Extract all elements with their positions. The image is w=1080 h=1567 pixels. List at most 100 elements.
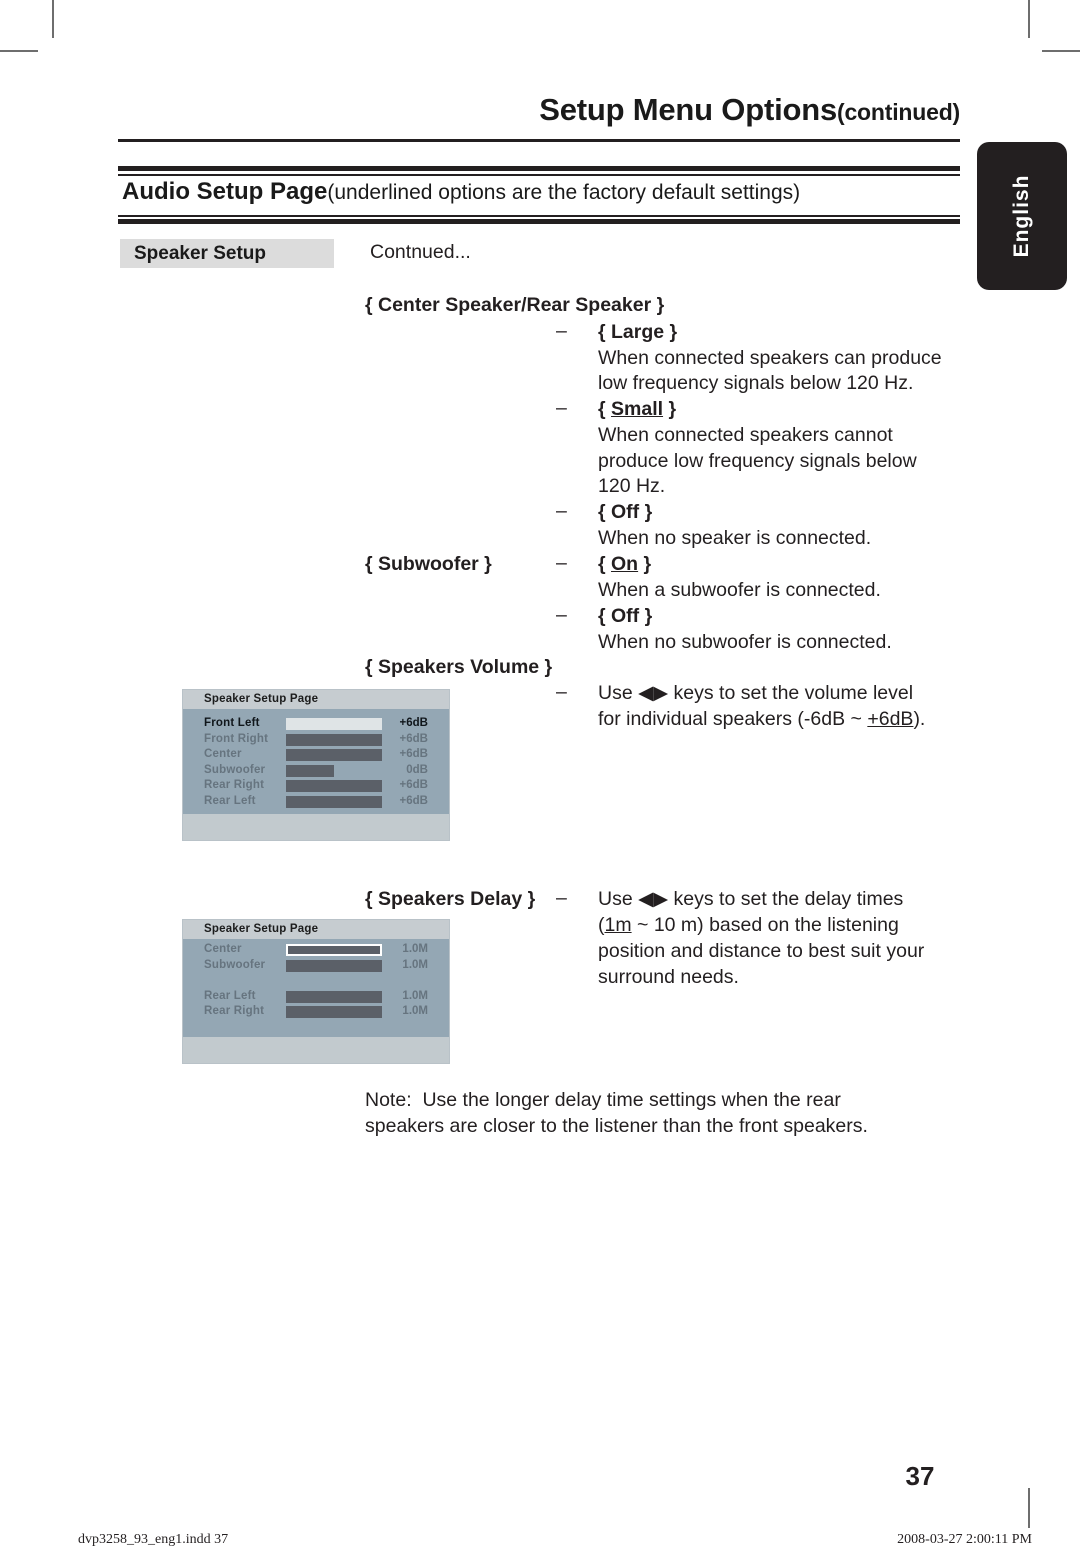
section-title-note: (underlined options are the factory defa… [327, 181, 801, 204]
osd-row-value: 1.0M [402, 1005, 428, 1017]
volume-desc-line1: Use ◀▶ keys to set the volume level [598, 681, 913, 707]
osd-level-bar[interactable] [286, 733, 382, 746]
section-title-bold: Audio Setup Page [122, 178, 328, 205]
note-label: Note: [365, 1089, 412, 1111]
option-off-speaker: { Off } [598, 501, 653, 523]
page-title-main: Setup Menu Options [539, 92, 837, 127]
delay-desc-rest: keys to set the delay times [668, 888, 904, 910]
osd-row[interactable]: Rear Right +6dB [183, 779, 449, 794]
osd-level-bar-fill [286, 718, 382, 730]
osd-level-bar[interactable] [286, 780, 382, 792]
osd-level-bar[interactable] [286, 990, 382, 1003]
osd-level-bar[interactable] [286, 795, 382, 808]
footer-file-info: dvp3258_93_eng1.indd 37 [78, 1532, 229, 1547]
osd-level-bar-fill [286, 959, 382, 972]
osd-row[interactable]: Rear Left 1.0M [183, 990, 449, 1005]
osd-row-value: +6dB [399, 732, 428, 745]
language-tab-english: English [977, 142, 1067, 290]
osd-volume-footer-strip [183, 814, 449, 840]
osd-row-label: Subwoofer [204, 763, 266, 776]
option-on-close: } [638, 553, 652, 575]
osd-row[interactable]: Subwoofer 1.0M [183, 959, 449, 974]
delay-desc-line1: Use ◀▶ keys to set the delay times [598, 887, 903, 913]
bullet-dash-delay: – [556, 887, 567, 909]
osd-level-bar[interactable] [286, 944, 382, 956]
crop-mark-top-left-vertical [52, 0, 54, 38]
delay-range-rest: ~ 10 m) based on the listening [631, 914, 899, 936]
osd-level-bar-fill [286, 764, 334, 777]
crop-mark-top-right-vertical [1028, 0, 1030, 38]
option-on-value: On [611, 553, 639, 575]
note-text-line1: Use the longer delay time settings when … [422, 1089, 841, 1111]
header-rule-1 [118, 139, 960, 142]
osd-row-value: +6dB [399, 794, 428, 807]
osd-level-bar-fill [286, 733, 382, 746]
osd-row[interactable]: Center +6dB [183, 748, 449, 763]
bullet-dash-off-subwoofer: – [556, 604, 567, 626]
option-small-value: Small [611, 398, 664, 420]
speaker-setup-label: Speaker Setup [134, 243, 266, 264]
speakers-volume-heading: { Speakers Volume } [365, 656, 553, 678]
speaker-setup-label-box: Speaker Setup [120, 239, 334, 268]
osd-level-bar-fill [286, 780, 382, 792]
delay-desc-line2: (1m ~ 10 m) based on the listening [598, 913, 899, 939]
crop-mark-top-left-horizontal [0, 50, 38, 52]
osd-speaker-volume-panel: Speaker Setup Page Front Left +6dB Front R… [182, 689, 450, 841]
note-line1: Note: Use the longer delay time settings… [365, 1088, 841, 1114]
speakers-delay-heading: { Speakers Delay } [365, 888, 536, 910]
delay-desc-line3: position and distance to best suit your [598, 940, 925, 962]
option-small-desc-line1: When connected speakers cannot [598, 424, 893, 446]
osd-delay-header: Speaker Setup Page [183, 920, 449, 939]
osd-level-bar[interactable] [286, 718, 382, 730]
osd-row-value: +6dB [399, 748, 428, 760]
document-page: Setup Menu Options(continued) Audio Setu… [0, 0, 1080, 1567]
osd-level-bar-fill [286, 1006, 382, 1018]
note-line2: speakers are closer to the listener than… [365, 1115, 868, 1137]
osd-volume-header: Speaker Setup Page [183, 690, 449, 709]
option-on-desc: When a subwoofer is connected. [598, 579, 881, 601]
crop-mark-bottom-right-vertical [1028, 1488, 1030, 1528]
crop-mark-top-right-horizontal [1042, 50, 1080, 52]
osd-row[interactable]: Center 1.0M [183, 943, 449, 958]
osd-row-value: 0dB [406, 763, 428, 776]
osd-level-bar[interactable] [286, 764, 382, 777]
osd-level-bar-fill [286, 795, 382, 808]
osd-row-label: Front Left [204, 717, 260, 729]
volume-desc-rest: keys to set the volume level [668, 682, 914, 704]
osd-row-value: +6dB [399, 779, 428, 791]
left-right-arrow-icon-delay: ◀▶ [638, 888, 669, 910]
osd-row-label: Rear Right [204, 779, 265, 791]
osd-row-label: Front Right [204, 732, 269, 745]
note-spacer [412, 1089, 423, 1111]
osd-speaker-delay-panel: Speaker Setup Page Center 1.0M Subwoofer 1.… [182, 919, 450, 1064]
osd-level-bar[interactable] [286, 749, 382, 761]
option-on-open: { [598, 553, 612, 575]
osd-delay-title: Speaker Setup Page [204, 923, 319, 935]
section-rule-bottom-thin [118, 215, 960, 217]
osd-row[interactable]: Front Right +6dB [183, 733, 449, 748]
osd-level-bar[interactable] [286, 1006, 382, 1018]
osd-row[interactable]: Rear Left +6dB [183, 795, 449, 810]
section-rule-top-thin [118, 174, 960, 176]
osd-row[interactable]: Front Left +6dB [183, 717, 449, 732]
osd-row-label: Center [204, 748, 242, 760]
center-rear-speaker-heading: { Center Speaker/Rear Speaker } [365, 294, 665, 316]
option-off-subwoofer: { Off } [598, 605, 653, 627]
osd-row[interactable]: Subwoofer 0dB [183, 764, 449, 779]
bullet-dash-large: – [556, 320, 567, 342]
footer-timestamp: 2008-03-27 2:00:11 PM [897, 1532, 1032, 1547]
volume-range-prefix: for individual speakers (-6dB ~ [598, 708, 868, 730]
bullet-dash-on: – [556, 552, 567, 574]
delay-range-default: 1m [604, 914, 632, 936]
option-small-open: { [598, 398, 612, 420]
osd-row-label: Rear Left [204, 989, 256, 1002]
page-title: Setup Menu Options(continued) [120, 92, 960, 128]
osd-level-bar[interactable] [286, 959, 382, 972]
bullet-dash-small: – [556, 397, 567, 419]
osd-row-label: Subwoofer [204, 958, 266, 971]
option-large-desc-line2: low frequency signals below 120 Hz. [598, 372, 914, 394]
osd-row-value: 1.0M [402, 943, 428, 955]
osd-row[interactable]: Rear Right 1.0M [183, 1005, 449, 1020]
osd-level-bar-fill [286, 990, 382, 1003]
section-rule-bottom-thick [118, 219, 960, 224]
